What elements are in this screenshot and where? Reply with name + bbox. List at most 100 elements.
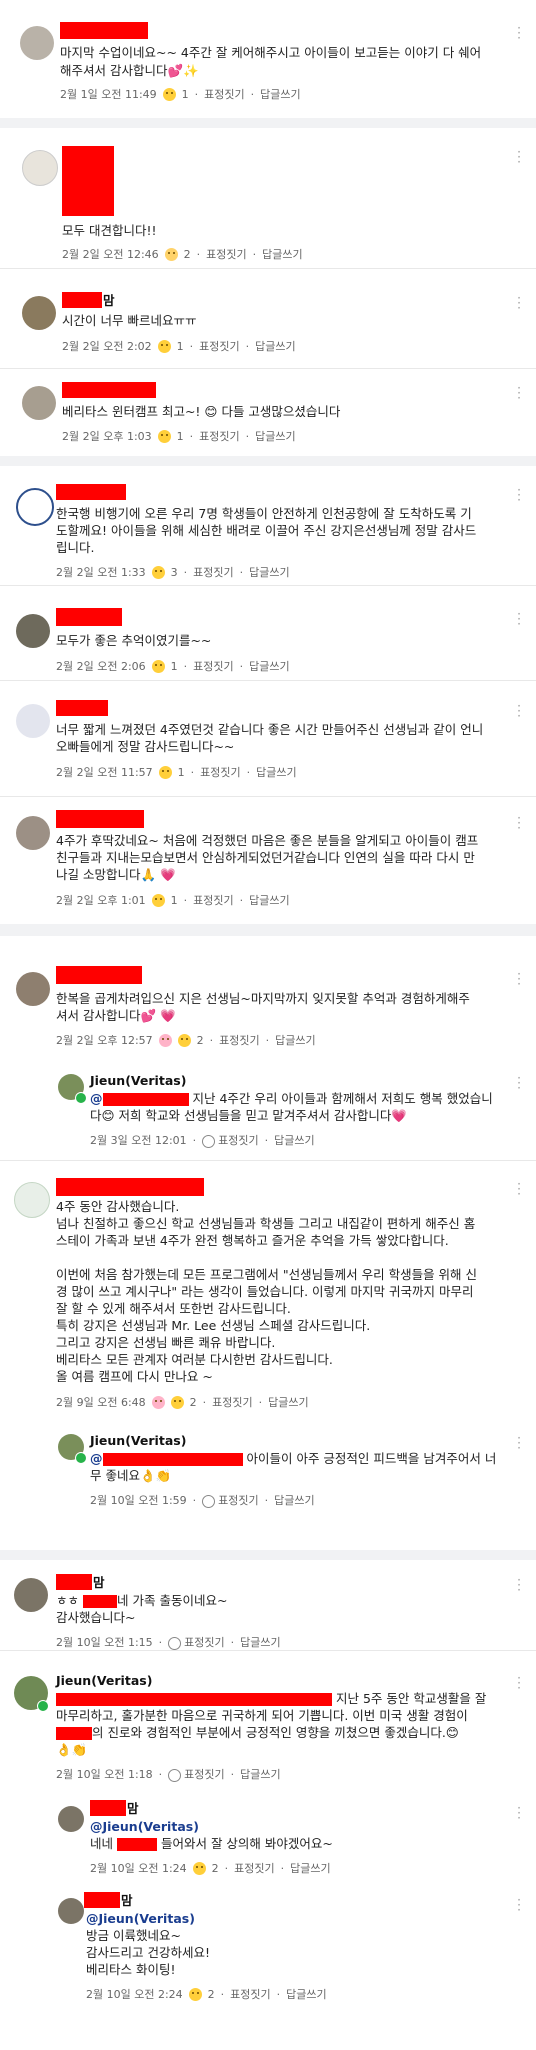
- reply-button[interactable]: 답글쓰기: [255, 428, 295, 444]
- react-button[interactable]: 표정짓기: [193, 658, 233, 674]
- more-vertical-icon[interactable]: · · ·: [516, 292, 522, 314]
- reaction-emoji-icon[interactable]: [151, 1395, 165, 1409]
- react-button[interactable]: 표정짓기: [212, 1394, 252, 1410]
- avatar[interactable]: [16, 816, 50, 850]
- reaction-emoji-icon[interactable]: [157, 429, 171, 443]
- avatar[interactable]: [22, 386, 56, 420]
- reaction-emoji-icon[interactable]: [162, 87, 176, 101]
- react-button[interactable]: 표정짓기: [234, 1860, 274, 1876]
- reaction-emoji-icon[interactable]: [188, 1987, 202, 2001]
- reaction-emoji-icon[interactable]: [164, 247, 178, 261]
- redacted-name: [60, 22, 148, 39]
- avatar[interactable]: [16, 614, 50, 648]
- reply-button[interactable]: 답글쓰기: [274, 1492, 314, 1508]
- reply-button[interactable]: 답글쓰기: [275, 1032, 315, 1048]
- avatar[interactable]: [58, 1898, 84, 1924]
- redacted-name: [90, 1800, 126, 1816]
- react-button[interactable]: 표정짓기: [199, 338, 239, 354]
- more-vertical-icon[interactable]: · · ·: [516, 1432, 522, 1454]
- mention-link[interactable]: @Jieun(Veritas): [86, 1910, 195, 1927]
- reply-button[interactable]: 답글쓰기: [240, 1766, 280, 1782]
- react-button[interactable]: 표정짓기: [219, 1032, 259, 1048]
- reply-button[interactable]: 답글쓰기: [256, 764, 296, 780]
- comment-text: 무 좋네요👌👏: [90, 1468, 172, 1483]
- reaction-emoji-icon[interactable]: [157, 339, 171, 353]
- reply-button[interactable]: 답글쓰기: [286, 1986, 326, 2002]
- redacted-name: [56, 810, 144, 828]
- timestamp: 2월 2일 오후 1:03: [62, 430, 152, 443]
- react-button[interactable]: 표정짓기: [230, 1986, 270, 2002]
- react-button[interactable]: 표정짓기: [168, 1634, 225, 1650]
- reply-button[interactable]: 답글쓰기: [249, 892, 289, 908]
- react-button[interactable]: 표정짓기: [202, 1132, 259, 1148]
- comment-meta: 2월 10일 오전 1:59 · 표정짓기 · 답글쓰기: [90, 1492, 315, 1508]
- reaction-count: 1: [176, 429, 184, 443]
- comment-text: @ 아이들이 아주 긍정적인 피드백을 남겨주어서 너: [90, 1451, 497, 1466]
- avatar[interactable]: [14, 1182, 50, 1218]
- more-vertical-icon[interactable]: · · ·: [516, 484, 522, 506]
- more-vertical-icon[interactable]: · · ·: [516, 968, 522, 990]
- avatar[interactable]: [22, 296, 56, 330]
- react-button[interactable]: 표정짓기: [193, 892, 233, 908]
- reaction-count: 1: [181, 87, 189, 101]
- reply-button[interactable]: 답글쓰기: [262, 246, 302, 262]
- reply-button[interactable]: 답글쓰기: [268, 1394, 308, 1410]
- more-vertical-icon[interactable]: · · ·: [516, 700, 522, 722]
- comment-text: 다😊 저희 학교와 선생님들을 믿고 맡겨주셔서 감사합니다💗: [90, 1108, 407, 1123]
- react-button[interactable]: 표정짓기: [206, 246, 246, 262]
- comment-text: 지난 5주 동안 학교생활을 잘: [56, 1690, 486, 1707]
- avatar[interactable]: [16, 488, 54, 526]
- avatar[interactable]: [20, 26, 54, 60]
- timestamp: 2월 10일 오전 2:24: [86, 1988, 183, 2001]
- reply-button[interactable]: 답글쓰기: [260, 86, 300, 102]
- reaction-emoji-icon[interactable]: [151, 565, 165, 579]
- avatar[interactable]: [58, 1806, 84, 1832]
- more-vertical-icon[interactable]: · · ·: [516, 608, 522, 630]
- divider: [0, 1650, 536, 1651]
- reaction-emoji-icon[interactable]: [151, 659, 165, 673]
- more-vertical-icon[interactable]: · · ·: [516, 1574, 522, 1596]
- reaction-emoji-icon[interactable]: [158, 1033, 172, 1047]
- more-vertical-icon[interactable]: · · ·: [516, 1178, 522, 1200]
- reaction-count: 2: [207, 1987, 215, 2001]
- timestamp: 2월 2일 오전 12:46: [62, 248, 159, 261]
- mention-link[interactable]: @Jieun(Veritas): [90, 1818, 199, 1835]
- avatar[interactable]: [22, 150, 58, 186]
- more-vertical-icon[interactable]: · · ·: [516, 1894, 522, 1916]
- more-vertical-icon[interactable]: · · ·: [516, 1072, 522, 1094]
- react-button[interactable]: 표정짓기: [193, 564, 233, 580]
- reply-button[interactable]: 답글쓰기: [249, 658, 289, 674]
- reaction-emoji-icon[interactable]: [170, 1395, 184, 1409]
- reply-button[interactable]: 답글쓰기: [240, 1634, 280, 1650]
- react-button[interactable]: 표정짓기: [204, 86, 244, 102]
- avatar[interactable]: [16, 972, 50, 1006]
- avatar[interactable]: [14, 1578, 48, 1612]
- more-vertical-icon[interactable]: · · ·: [516, 22, 522, 44]
- reaction-emoji-icon[interactable]: [158, 765, 172, 779]
- reply-button[interactable]: 답글쓰기: [290, 1860, 330, 1876]
- reaction-emoji-icon[interactable]: [151, 893, 165, 907]
- reply-button[interactable]: 답글쓰기: [249, 564, 289, 580]
- react-button[interactable]: 표정짓기: [199, 428, 239, 444]
- react-button[interactable]: 표정짓기: [200, 764, 240, 780]
- comment-text: @ 지난 4주간 우리 아이들과 함께해서 저희도 행복 했었습니: [90, 1091, 493, 1106]
- reaction-emoji-icon[interactable]: [192, 1861, 206, 1875]
- more-vertical-icon[interactable]: · · ·: [516, 146, 522, 168]
- react-button[interactable]: 표정짓기: [202, 1492, 259, 1508]
- timestamp: 2월 2일 오전 1:33: [56, 566, 146, 579]
- reply-button[interactable]: 답글쓰기: [255, 338, 295, 354]
- timestamp: 2월 1일 오전 11:49: [60, 88, 157, 101]
- author-suffix: 맘: [103, 293, 115, 308]
- reaction-count: 2: [189, 1395, 197, 1409]
- react-button[interactable]: 표정짓기: [168, 1766, 225, 1782]
- reaction-emoji-icon[interactable]: [177, 1033, 191, 1047]
- avatar[interactable]: [16, 704, 50, 738]
- reaction-count: 1: [176, 339, 184, 353]
- comment-meta: 2월 2일 오전 2:06 1 · 표정짓기 · 답글쓰기: [56, 658, 290, 674]
- divider: [0, 268, 536, 269]
- more-vertical-icon[interactable]: · · ·: [516, 1802, 522, 1824]
- more-vertical-icon[interactable]: · · ·: [516, 1672, 522, 1694]
- more-vertical-icon[interactable]: · · ·: [516, 382, 522, 404]
- more-vertical-icon[interactable]: · · ·: [516, 812, 522, 834]
- reply-button[interactable]: 답글쓰기: [274, 1132, 314, 1148]
